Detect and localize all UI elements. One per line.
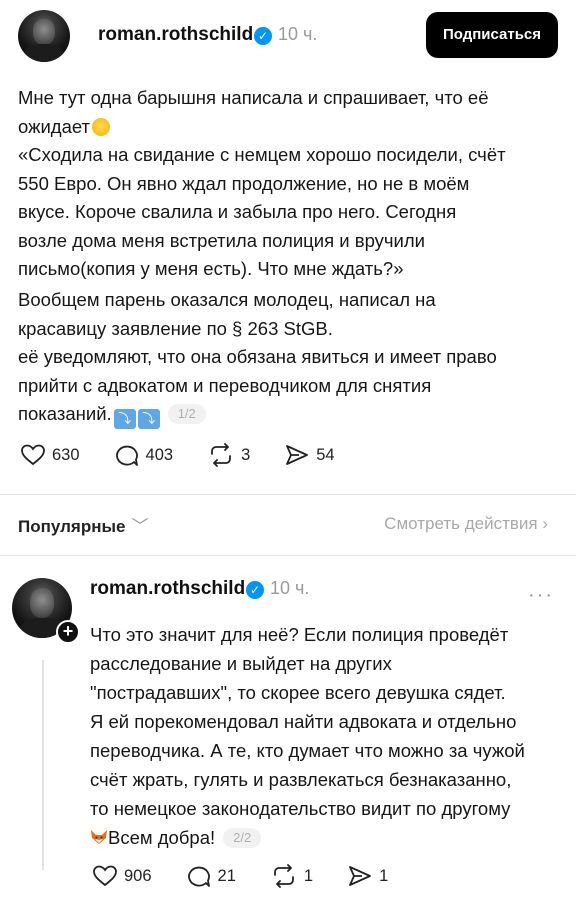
page-indicator: 1/2 xyxy=(167,404,206,424)
subscribe-button[interactable]: Подписаться xyxy=(426,12,558,58)
like-count: 906 xyxy=(124,866,152,885)
post2-username[interactable]: roman.rothschild xyxy=(90,578,245,600)
post2-line: Что это значит для неё? Если полиция про… xyxy=(90,624,509,645)
threads-feed: roman.rothschild ✓ 10 ч. Подписаться Мне… xyxy=(0,0,576,900)
repost-count: 3 xyxy=(241,445,251,464)
divider xyxy=(0,494,576,495)
post1-line: Вообщем парень оказался молодец, написал… xyxy=(18,289,436,310)
post1-line: 550 Евро. Он явно ждал продолжение, но н… xyxy=(18,172,470,194)
post1-line: её уведомляют, что она обязана явиться и… xyxy=(18,346,497,367)
post1-text-2: Вообщем парень оказался молодец, написал… xyxy=(18,286,558,429)
post1-text: Мне тут одна барышня написала и спрашива… xyxy=(18,84,558,284)
post2-actions: 906 21 1 1 xyxy=(92,864,422,888)
down-arrow-emoji-icon: ⤵ xyxy=(113,409,136,429)
post1-line: вкусе. Короче свалила и забыла про него.… xyxy=(18,201,457,222)
post2-line: расследование и выйдет на других xyxy=(90,653,392,674)
popular-sort[interactable]: Популярные ﹀ xyxy=(18,512,148,537)
repost-button[interactable]: 3 xyxy=(207,443,250,467)
comment-count: 403 xyxy=(145,445,174,464)
avatar-face xyxy=(33,19,55,45)
post1-actions: 630 403 3 54 xyxy=(20,443,369,467)
post2-line: то немецкое законодательство видит по др… xyxy=(90,798,511,819)
share-count: 54 xyxy=(316,445,335,464)
post2-line: переводчика. А те, кто думает что можно … xyxy=(90,740,525,761)
heart-icon xyxy=(93,865,117,887)
comment-icon xyxy=(187,866,210,887)
repost-button[interactable]: 1 xyxy=(270,864,313,888)
post1-line: возле дома меня встретила полиция и вруч… xyxy=(18,229,425,251)
post2-line: счёт жрать, гулять и развлекаться безнак… xyxy=(90,769,512,790)
post1-line: показаний. ⤵ ⤵ 1/2 xyxy=(18,400,558,429)
post1-line: красавицу заявление по § 263 StGB. xyxy=(18,317,333,339)
avatar[interactable] xyxy=(18,10,70,62)
comment-count: 21 xyxy=(217,866,236,885)
popular-label: Популярные xyxy=(18,517,126,536)
page-indicator: 2/2 xyxy=(223,828,262,848)
comment-button[interactable]: 21 xyxy=(186,864,236,888)
like-button[interactable]: 630 xyxy=(20,443,80,467)
comment-button[interactable]: 403 xyxy=(114,443,174,467)
avatar-body xyxy=(24,44,64,62)
post2-text: Что это значит для неё? Если полиция про… xyxy=(90,620,566,852)
post1-line-text: ожидает xyxy=(18,115,91,137)
share-count: 1 xyxy=(379,866,389,885)
post2-line: "пострадавших", то скорее всего девушка … xyxy=(90,682,506,703)
post2-time: 10 ч. xyxy=(270,578,310,598)
post1-line-text: показаний. xyxy=(18,403,112,424)
share-icon xyxy=(349,866,371,886)
post1-time: 10 ч. xyxy=(278,24,318,44)
like-button[interactable]: 906 xyxy=(92,864,152,888)
post2-line: Всем добра! 2/2 xyxy=(90,823,566,852)
comment-icon xyxy=(115,445,138,466)
verified-badge-icon: ✓ xyxy=(246,581,264,599)
more-options-icon[interactable]: ··· xyxy=(528,584,554,607)
see-actions-link[interactable]: Смотреть действия › xyxy=(384,514,548,534)
post1-header: roman.rothschild ✓ 10 ч. Подписаться xyxy=(18,10,558,62)
heart-icon xyxy=(21,444,45,466)
avatar-face xyxy=(30,588,54,618)
thread-line xyxy=(42,660,44,870)
post2-line-text: Всем добра! xyxy=(108,827,216,848)
repost-count: 1 xyxy=(303,866,314,885)
repost-icon xyxy=(211,443,231,467)
post1-username[interactable]: roman.rothschild xyxy=(98,24,253,46)
verified-badge-icon: ✓ xyxy=(254,27,272,45)
chevron-down-icon: ﹀ xyxy=(131,517,149,536)
post1-line: ожидает xyxy=(18,113,558,142)
post1-line: Мне тут одна барышня написала и спрашива… xyxy=(18,87,489,108)
like-count: 630 xyxy=(52,445,80,464)
repost-icon xyxy=(273,864,294,888)
post1-line: прийти с адвокатом и переводчиком для сн… xyxy=(18,374,432,396)
follow-plus-icon[interactable]: + xyxy=(56,620,80,644)
divider xyxy=(0,555,576,556)
post2-line: Я ей порекомендовал найти адвоката и отд… xyxy=(90,711,517,732)
down-arrow-emoji-icon: ⤵ xyxy=(137,409,160,429)
laughing-emoji-icon xyxy=(92,117,111,136)
share-icon xyxy=(286,445,309,465)
post1-line: письмо(копия у меня есть). Что мне ждать… xyxy=(18,258,404,279)
post1-line: «Сходила на свидание с немцем хорошо пос… xyxy=(18,144,506,165)
share-button[interactable]: 1 xyxy=(347,864,388,888)
fox-emoji-icon xyxy=(91,830,107,844)
share-button[interactable]: 54 xyxy=(284,443,335,467)
